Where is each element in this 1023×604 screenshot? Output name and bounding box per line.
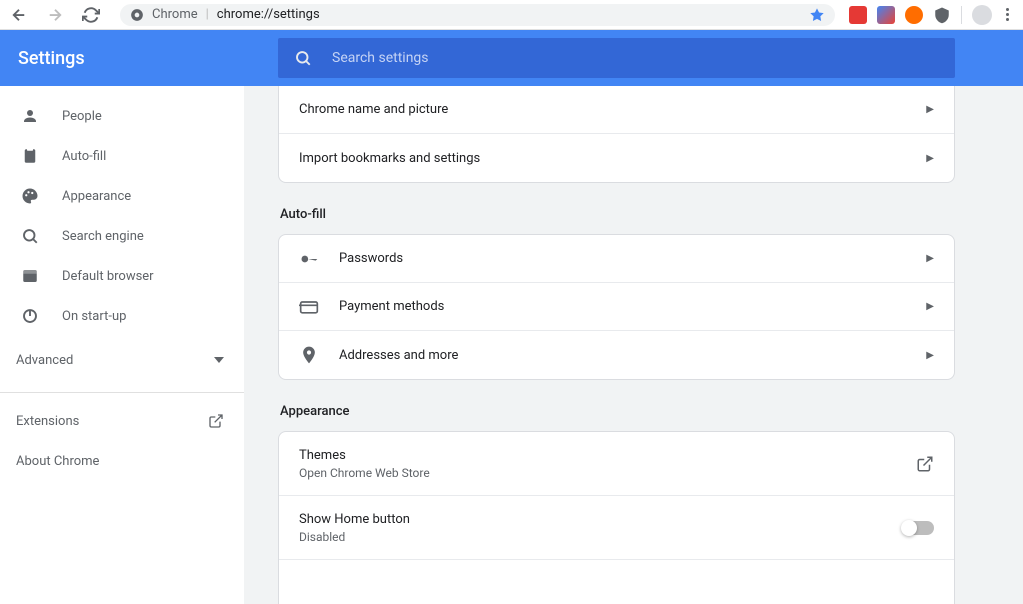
- chevron-right-icon: ▶: [926, 253, 934, 264]
- row-sublabel: Open Chrome Web Store: [299, 466, 916, 480]
- row-label: Passwords: [339, 251, 926, 266]
- page-title: Settings: [0, 48, 278, 69]
- chevron-right-icon: ▶: [926, 301, 934, 312]
- row-label: Addresses and more: [339, 348, 926, 363]
- power-icon: [20, 307, 40, 325]
- ext-icon-2[interactable]: [877, 6, 895, 24]
- external-link-icon: [208, 413, 224, 429]
- sidebar-item-startup[interactable]: On start-up: [0, 296, 244, 336]
- forward-icon[interactable]: [46, 6, 64, 24]
- advanced-label: Advanced: [16, 353, 73, 368]
- chevron-down-icon: [214, 357, 224, 363]
- external-link-icon: [916, 455, 934, 473]
- row-text: Themes Open Chrome Web Store: [299, 448, 916, 480]
- person-icon: [20, 107, 40, 125]
- ext-icon-3[interactable]: [905, 6, 923, 24]
- row-payment[interactable]: Payment methods ▶: [279, 283, 954, 331]
- search-box[interactable]: [278, 38, 955, 78]
- extension-icons: [849, 5, 1013, 25]
- search-input[interactable]: [332, 50, 939, 66]
- sidebar-item-appearance[interactable]: Appearance: [0, 176, 244, 216]
- key-icon: [299, 249, 339, 269]
- search-icon: [20, 227, 40, 245]
- sidebar-divider: [0, 392, 244, 393]
- sidebar-item-default-browser[interactable]: Default browser: [0, 256, 244, 296]
- browser-icon: [20, 267, 40, 285]
- section-title-appearance: Appearance: [280, 404, 955, 419]
- row-chrome-name[interactable]: Chrome name and picture ▶: [279, 86, 954, 134]
- autofill-card: Passwords ▶ Payment methods ▶ Addresses …: [278, 234, 955, 380]
- address-path: chrome://settings: [217, 7, 320, 22]
- sidebar-about[interactable]: About Chrome: [0, 441, 244, 481]
- address-divider: |: [206, 7, 209, 22]
- sidebar-item-label: Auto-fill: [62, 149, 106, 164]
- row-label: Chrome name and picture: [299, 102, 926, 117]
- sidebar-item-label: Default browser: [62, 269, 154, 284]
- sidebar: People Auto-fill Appearance Search engin…: [0, 86, 244, 604]
- toolbar-divider: [961, 6, 962, 24]
- credit-card-icon: [299, 297, 339, 317]
- sidebar-extensions[interactable]: Extensions: [0, 401, 244, 441]
- browser-toolbar: Chrome | chrome://settings: [0, 0, 1023, 30]
- more-menu-icon[interactable]: [1002, 8, 1013, 21]
- section-title-autofill: Auto-fill: [280, 207, 955, 222]
- address-bar[interactable]: Chrome | chrome://settings: [120, 4, 835, 26]
- sidebar-item-label: On start-up: [62, 309, 126, 324]
- row-label: Import bookmarks and settings: [299, 151, 926, 166]
- sidebar-item-people[interactable]: People: [0, 96, 244, 136]
- row-label: Payment methods: [339, 299, 926, 314]
- sidebar-item-search-engine[interactable]: Search engine: [0, 216, 244, 256]
- sidebar-item-label: People: [62, 109, 102, 124]
- location-icon: [299, 345, 339, 365]
- chevron-right-icon: ▶: [926, 153, 934, 164]
- main-area: People Auto-fill Appearance Search engin…: [0, 86, 1023, 604]
- sidebar-item-autofill[interactable]: Auto-fill: [0, 136, 244, 176]
- content-area: Chrome name and picture ▶ Import bookmar…: [244, 86, 1023, 604]
- address-site: Chrome: [152, 7, 198, 22]
- extensions-label: Extensions: [16, 414, 79, 429]
- appearance-card: Themes Open Chrome Web Store Show Home b…: [278, 431, 955, 604]
- ext-icon-4[interactable]: [933, 6, 951, 24]
- row-sublabel: Disabled: [299, 530, 902, 544]
- palette-icon: [20, 187, 40, 205]
- row-addresses[interactable]: Addresses and more ▶: [279, 331, 954, 379]
- row-themes[interactable]: Themes Open Chrome Web Store: [279, 432, 954, 496]
- clipboard-icon: [20, 147, 40, 165]
- sidebar-item-label: Appearance: [62, 189, 131, 204]
- toggle-home-button[interactable]: [902, 521, 934, 535]
- row-text: Show Home button Disabled: [299, 512, 902, 544]
- about-label: About Chrome: [16, 454, 99, 469]
- row-home-button[interactable]: Show Home button Disabled: [279, 496, 954, 560]
- people-card: Chrome name and picture ▶ Import bookmar…: [278, 86, 955, 183]
- nav-icons: [10, 6, 100, 24]
- row-label: Themes: [299, 448, 916, 463]
- avatar[interactable]: [972, 5, 992, 25]
- reload-icon[interactable]: [82, 6, 100, 24]
- search-icon: [294, 49, 312, 67]
- star-icon[interactable]: [809, 7, 825, 23]
- sidebar-item-label: Search engine: [62, 229, 144, 244]
- chrome-icon: [130, 8, 144, 22]
- row-passwords[interactable]: Passwords ▶: [279, 235, 954, 283]
- chevron-right-icon: ▶: [926, 350, 934, 361]
- row-import-bookmarks[interactable]: Import bookmarks and settings ▶: [279, 134, 954, 182]
- chevron-right-icon: ▶: [926, 104, 934, 115]
- ext-icon-1[interactable]: [849, 6, 867, 24]
- sidebar-advanced[interactable]: Advanced: [0, 336, 244, 384]
- row-label: Show Home button: [299, 512, 902, 527]
- back-icon[interactable]: [10, 6, 28, 24]
- settings-header: Settings: [0, 30, 1023, 86]
